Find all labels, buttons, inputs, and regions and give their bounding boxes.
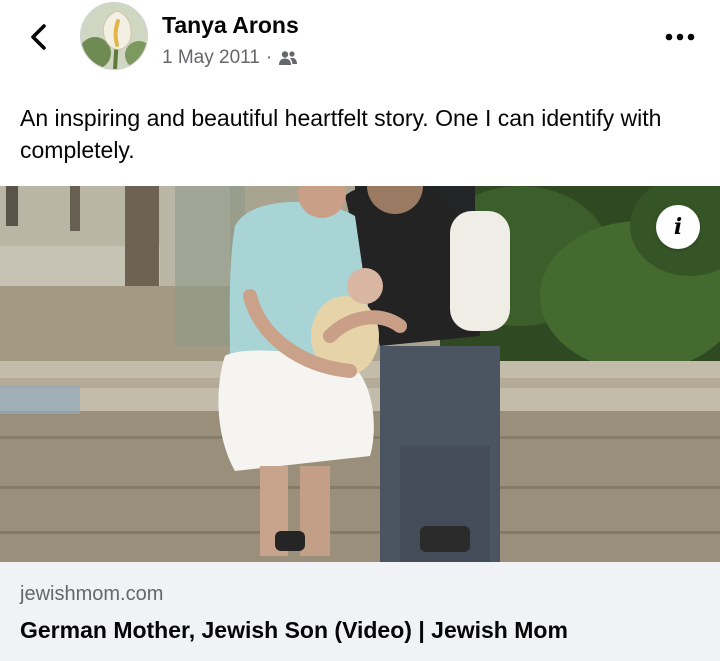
link-preview-image[interactable] (0, 186, 720, 562)
post-meta: 1 May 2011 · (162, 47, 298, 69)
post-date[interactable]: 1 May 2011 (162, 47, 260, 69)
author-name[interactable]: Tanya Arons (162, 12, 299, 39)
calla-lily-avatar-image (81, 3, 147, 69)
meta-separator: · (265, 47, 273, 68)
link-preview-card[interactable]: jewishmom.com German Mother, Jewish Son … (0, 562, 720, 661)
family-photo (0, 186, 720, 562)
chevron-left-icon (31, 24, 46, 50)
back-button[interactable] (22, 20, 56, 54)
more-options-icon (665, 33, 695, 41)
info-icon: i (673, 214, 683, 240)
info-button[interactable]: i (656, 205, 700, 249)
link-domain: jewishmom.com (20, 583, 164, 605)
more-options-button[interactable] (660, 22, 700, 52)
friends-icon[interactable] (278, 50, 298, 66)
post-header: Tanya Arons 1 May 2011 · (0, 0, 720, 92)
post-text: An inspiring and beautiful heartfelt sto… (20, 105, 662, 163)
avatar[interactable] (80, 2, 148, 70)
link-title: German Mother, Jewish Son (Video) | Jewi… (20, 617, 568, 643)
